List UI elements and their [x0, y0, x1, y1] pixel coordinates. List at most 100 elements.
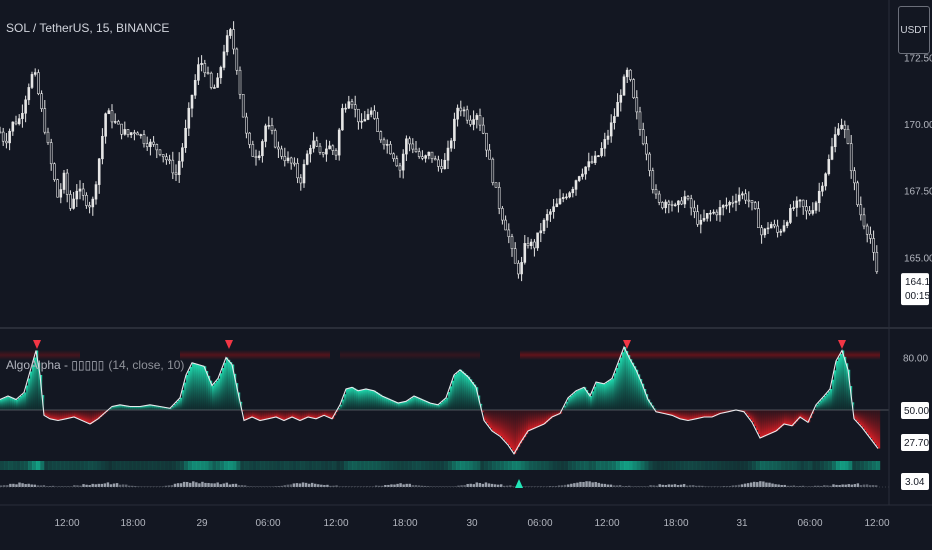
candle [78, 180, 82, 200]
trend-slice [456, 461, 461, 470]
candle [376, 111, 379, 132]
histogram-bar [54, 486, 58, 487]
histogram-bar [673, 484, 677, 487]
candle [872, 230, 875, 261]
candle [209, 71, 213, 90]
trend-slice [808, 461, 813, 470]
trend-slice [628, 461, 633, 470]
currency-button[interactable]: USDT [898, 6, 930, 54]
histogram-bar [649, 485, 652, 487]
candle [555, 198, 559, 208]
candle-body [139, 134, 143, 136]
bull-slice [440, 403, 443, 410]
trend-slice [488, 461, 493, 470]
candle [469, 115, 472, 127]
bear-slice [512, 410, 515, 451]
candle-body [552, 206, 555, 212]
bear-slice [518, 410, 521, 447]
candle-body [421, 156, 424, 159]
trend-slice [700, 461, 705, 470]
bear-slice [704, 410, 707, 417]
histogram-bar [213, 483, 216, 487]
bear-slice [856, 410, 859, 421]
candle-body [315, 140, 319, 147]
price-pane[interactable] [0, 21, 879, 282]
trend-slice [796, 461, 801, 470]
histogram-bar [76, 485, 79, 487]
histogram-bar [189, 482, 192, 487]
bull-slice [824, 396, 827, 410]
bull-slice [826, 393, 829, 410]
bear-slice [484, 410, 487, 421]
candle [600, 142, 603, 158]
bear-slice [246, 410, 249, 420]
candle [843, 120, 847, 139]
histogram-bar [499, 484, 503, 487]
candle [760, 224, 763, 244]
trend-slice [84, 461, 89, 470]
bear-slice [858, 410, 861, 424]
histogram-bar [91, 483, 94, 487]
candle [875, 245, 879, 274]
bull-slice [180, 397, 183, 410]
trend-slice [36, 461, 41, 470]
trend-slice [708, 461, 713, 470]
bull-slice [582, 388, 585, 410]
trend-slice [868, 461, 873, 470]
bull-slice [828, 391, 831, 410]
candle-body [760, 227, 763, 236]
trend-slice [140, 461, 145, 470]
bear-slice [756, 410, 759, 431]
candle-body [849, 143, 853, 172]
bear-slice [530, 410, 533, 431]
candle [731, 195, 735, 208]
candle-body [238, 69, 242, 95]
candle-body [443, 159, 447, 170]
bear-slice [768, 410, 771, 435]
histogram-bar [783, 484, 786, 487]
trend-slice [596, 461, 601, 470]
candle-body [0, 131, 2, 134]
bull-slice [606, 382, 609, 410]
candle [405, 135, 408, 161]
candle-body [715, 211, 719, 216]
trend-slice [352, 461, 357, 470]
candle-body [171, 159, 175, 174]
histogram-bar [112, 483, 116, 487]
chart-canvas[interactable]: 165.00 167.50 170.00 172.50 164.11 00:15 80.0… [0, 0, 932, 550]
bear-slice [668, 410, 671, 415]
candle [737, 187, 741, 206]
trend-slice [736, 461, 741, 470]
candle-body [632, 79, 635, 99]
trend-slice [648, 461, 653, 470]
candle-body [875, 252, 879, 272]
trend-slice [556, 461, 561, 470]
trend-slice [660, 461, 665, 470]
bear-slice [262, 410, 265, 421]
candle [696, 204, 699, 227]
candle [273, 128, 277, 149]
bull-slice [212, 385, 215, 410]
candle [318, 142, 322, 155]
histogram-bar [594, 481, 597, 487]
bear-slice [310, 410, 313, 418]
histogram-bar [9, 483, 12, 487]
histogram-bar [743, 483, 747, 487]
trend-slice [296, 461, 301, 470]
trend-slice [836, 461, 841, 470]
bear-slice [524, 410, 527, 438]
bear-slice [58, 410, 61, 421]
bull-slice [392, 400, 395, 410]
price-axis[interactable]: 165.00 167.50 170.00 172.50 164.11 00:15 [901, 53, 932, 306]
trend-slice [384, 461, 389, 470]
candle-body [120, 123, 123, 135]
candle [629, 69, 632, 82]
trend-slice [52, 461, 57, 470]
candle-body [433, 158, 437, 161]
bull-slice [466, 375, 469, 410]
indicator-axis[interactable]: 80.00 50.00 27.70 3.04 [901, 354, 929, 491]
bull-slice [16, 399, 19, 410]
time-axis[interactable]: 12:00 18:00 29 06:00 12:00 18:00 30 06:00 12:00 1… [54, 518, 889, 529]
candle-body [8, 130, 11, 144]
bull-slice [362, 389, 365, 410]
